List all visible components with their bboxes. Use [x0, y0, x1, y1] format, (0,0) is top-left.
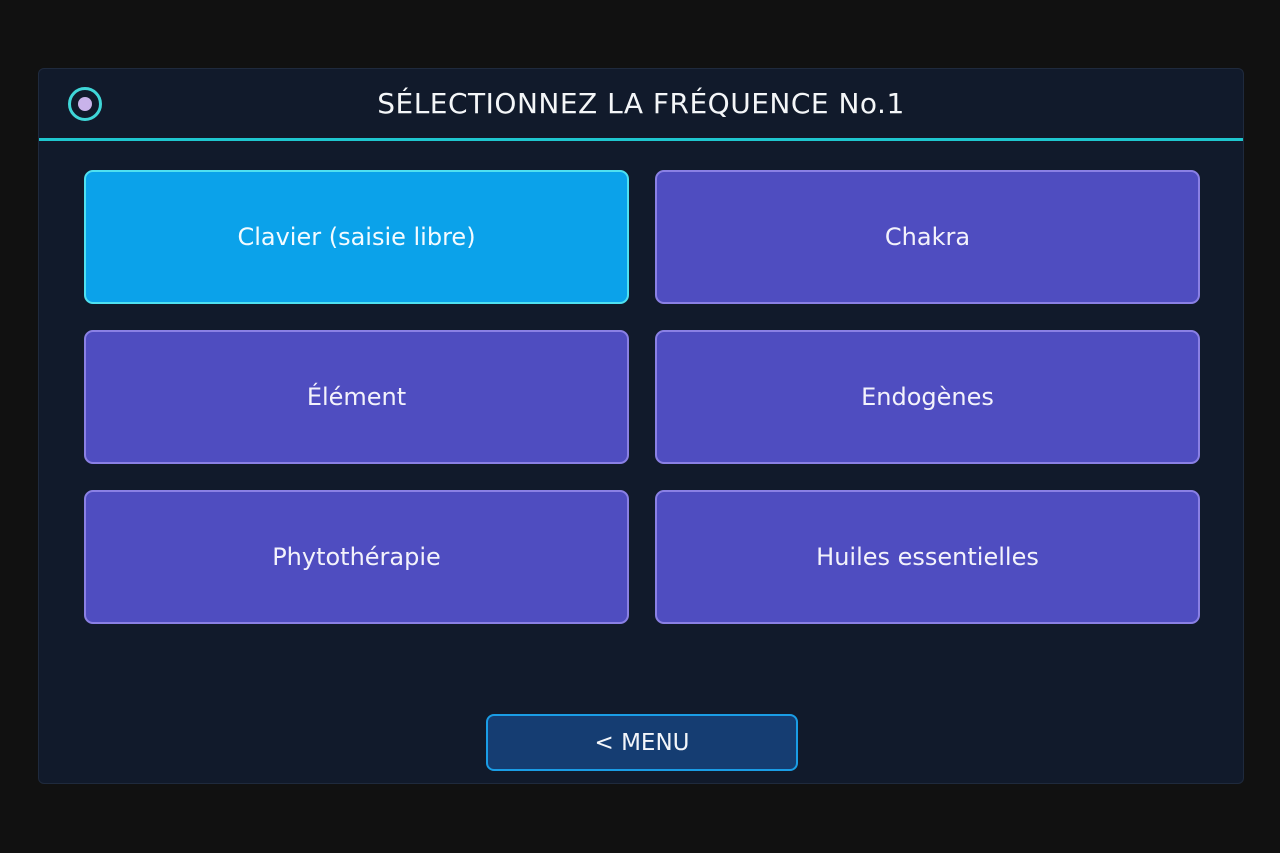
page-title: SÉLECTIONNEZ LA FRÉQUENCE No.1	[377, 87, 905, 120]
option-phytotherapie-button[interactable]: Phytothérapie	[84, 490, 629, 624]
option-huiles-essentielles-button[interactable]: Huiles essentielles	[655, 490, 1200, 624]
option-clavier-button[interactable]: Clavier (saisie libre)	[84, 170, 629, 304]
option-grid: Clavier (saisie libre) Chakra Élément En…	[84, 170, 1201, 624]
header-bar: SÉLECTIONNEZ LA FRÉQUENCE No.1	[39, 69, 1243, 141]
option-endogenes-button[interactable]: Endogènes	[655, 330, 1200, 464]
frequency-select-panel: SÉLECTIONNEZ LA FRÉQUENCE No.1 Clavier (…	[38, 68, 1244, 784]
menu-back-button[interactable]: < MENU	[486, 714, 798, 771]
option-element-button[interactable]: Élément	[84, 330, 629, 464]
option-chakra-button[interactable]: Chakra	[655, 170, 1200, 304]
